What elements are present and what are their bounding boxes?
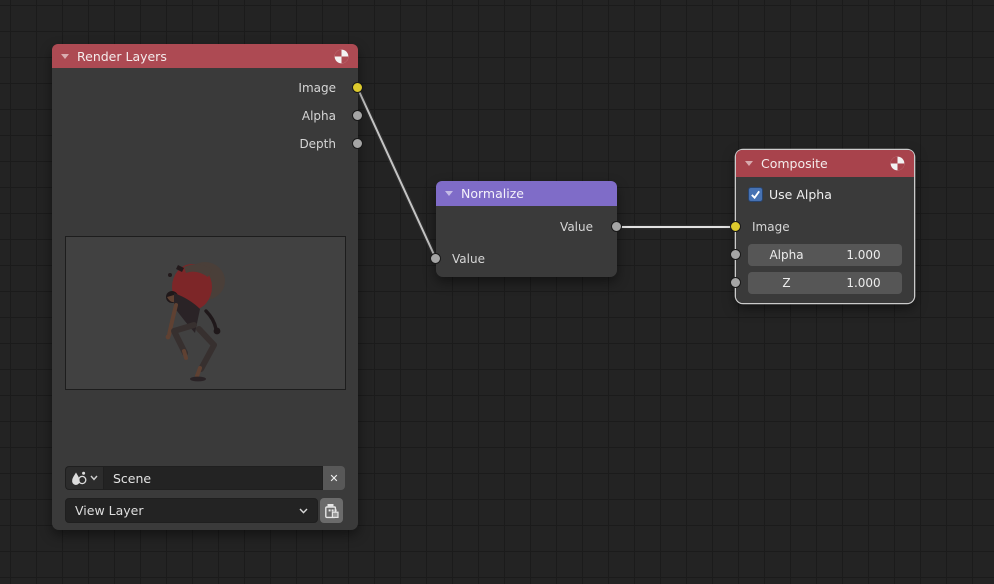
collapse-triangle-icon[interactable] <box>745 161 753 166</box>
alpha-field-value: 1.000 <box>825 248 902 262</box>
chevron-down-icon <box>299 508 308 514</box>
sphere-quadrant-icon[interactable] <box>334 49 349 64</box>
z-field-value: 1.000 <box>825 276 902 290</box>
view-layer-row: View Layer <box>65 498 345 523</box>
normalize-header[interactable]: Normalize <box>436 181 617 206</box>
composite-header[interactable]: Composite <box>736 150 914 177</box>
view-layer-dropdown[interactable]: View Layer <box>65 498 318 523</box>
normalize-title: Normalize <box>461 186 524 201</box>
scene-selector-row: Scene ✕ <box>65 466 345 490</box>
render-layers-image-output-socket[interactable] <box>352 82 363 93</box>
chevron-down-icon <box>90 475 98 481</box>
render-preview-image <box>65 236 346 390</box>
render-layers-alpha-output-socket[interactable] <box>352 110 363 121</box>
collapse-triangle-icon[interactable] <box>61 54 69 59</box>
normalize-value-input-socket[interactable] <box>430 253 441 264</box>
collapse-triangle-icon[interactable] <box>445 191 453 196</box>
output-label-alpha: Alpha <box>302 109 336 124</box>
composite-z-input-socket[interactable] <box>730 277 741 288</box>
scene-clear-button[interactable]: ✕ <box>323 466 345 490</box>
composite-node[interactable]: Composite Use Alpha Image Alpha 1.000 Z … <box>736 150 914 303</box>
composite-title: Composite <box>761 156 828 171</box>
render-layers-header[interactable]: Render Layers <box>52 44 358 68</box>
use-alpha-label: Use Alpha <box>769 187 832 203</box>
scene-name-field[interactable]: Scene <box>103 466 323 490</box>
use-alpha-checkbox[interactable] <box>748 187 763 202</box>
check-icon <box>750 189 761 200</box>
scene-icon <box>71 471 88 485</box>
z-value-field[interactable]: Z 1.000 <box>748 272 902 294</box>
view-layer-icon <box>324 503 339 519</box>
output-label-depth: Depth <box>299 137 336 152</box>
normalize-node[interactable]: Normalize Value Value <box>436 181 617 277</box>
sphere-quadrant-icon[interactable] <box>890 156 905 171</box>
view-layer-value: View Layer <box>75 503 144 518</box>
input-label-image: Image <box>752 220 790 235</box>
scene-browse-button[interactable] <box>65 466 103 490</box>
alpha-field-label: Alpha <box>748 248 825 262</box>
alpha-value-field[interactable]: Alpha 1.000 <box>748 244 902 266</box>
z-field-label: Z <box>748 276 825 290</box>
normalize-value-output-socket[interactable] <box>611 221 622 232</box>
node-editor-canvas[interactable]: Render Layers Image Alpha Depth <box>0 0 994 584</box>
output-label-value: Value <box>560 220 593 235</box>
character-illustration <box>66 237 345 389</box>
link-renderlayers-to-normalize-core <box>358 88 437 259</box>
render-layers-depth-output-socket[interactable] <box>352 138 363 149</box>
composite-image-input-socket[interactable] <box>730 221 741 232</box>
render-layers-title: Render Layers <box>77 49 167 64</box>
scene-name-value: Scene <box>113 471 151 486</box>
new-view-layer-button[interactable] <box>320 498 343 523</box>
composite-alpha-input-socket[interactable] <box>730 249 741 260</box>
render-layers-node[interactable]: Render Layers Image Alpha Depth <box>52 44 358 530</box>
input-label-value: Value <box>452 252 485 267</box>
output-label-image: Image <box>298 81 336 96</box>
close-icon: ✕ <box>329 472 338 485</box>
